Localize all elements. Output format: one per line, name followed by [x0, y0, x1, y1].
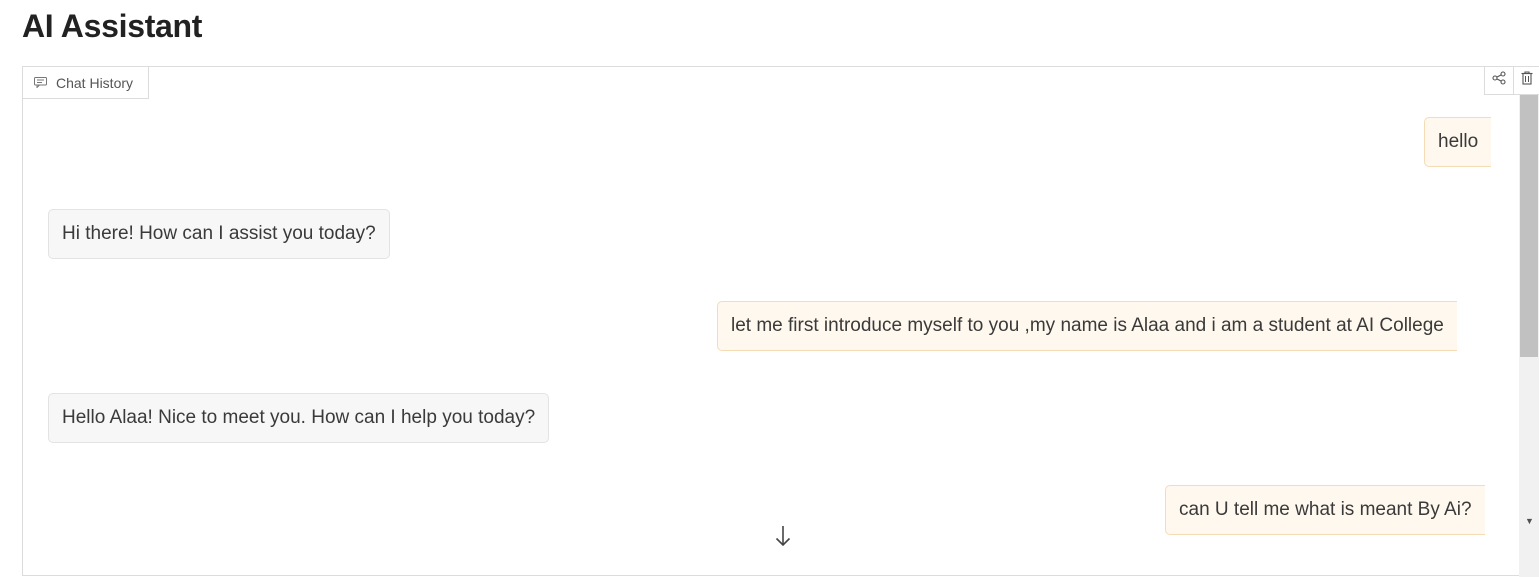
page-title: AI Assistant: [22, 8, 203, 44]
assistant-message: Hello Alaa! Nice to meet you. How can I …: [48, 393, 550, 443]
trash-icon: [1521, 71, 1533, 90]
delete-button[interactable]: [1513, 67, 1539, 95]
share-button[interactable]: [1484, 67, 1514, 95]
user-message: hello: [1424, 117, 1492, 167]
share-icon: [1492, 71, 1506, 90]
chat-history-icon: [34, 75, 47, 91]
chat-history-label: Chat History: [56, 74, 134, 91]
arrow-down-icon: [775, 525, 791, 552]
assistant-message: Hi there! How can I assist you today?: [48, 209, 390, 259]
scrollbar-thumb[interactable]: [1520, 95, 1538, 357]
chat-scrollbar[interactable]: [1519, 95, 1539, 577]
chat-panel: Chat History ▼ hello Hi there! How can I…: [22, 66, 1539, 577]
scroll-to-bottom-button[interactable]: [769, 524, 797, 552]
user-message: can U tell me what is meant By Ai?: [1165, 485, 1485, 535]
scrollbar-down-arrow-icon[interactable]: ▼: [1525, 517, 1534, 526]
user-message: let me first introduce myself to you ,my…: [717, 301, 1457, 351]
chat-history-button[interactable]: Chat History: [23, 67, 149, 99]
